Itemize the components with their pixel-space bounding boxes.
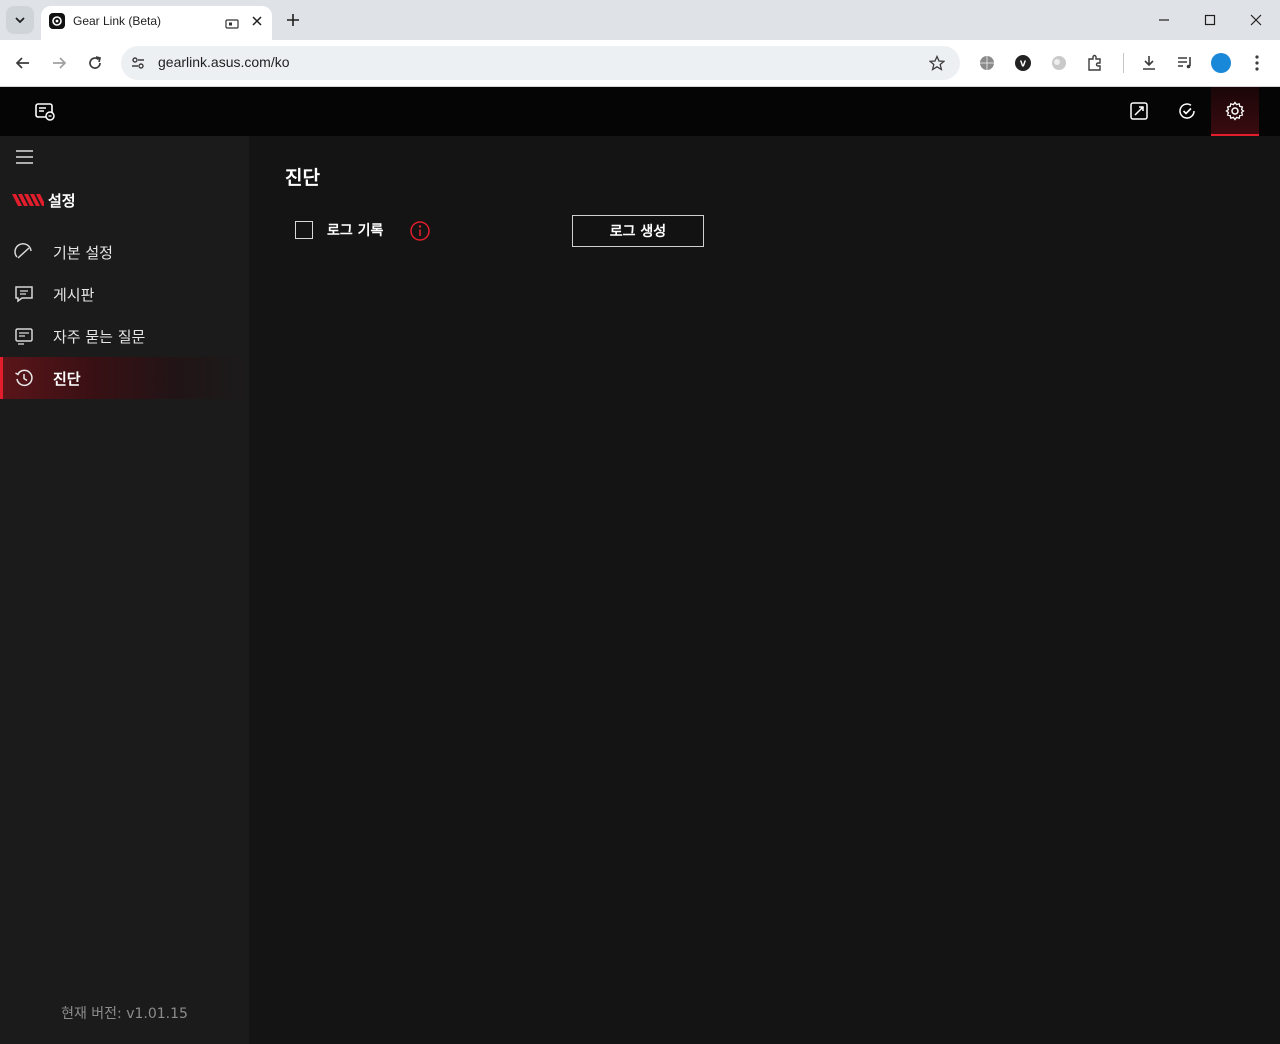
hamburger-menu-icon[interactable]: [15, 149, 35, 165]
reload-icon: [89, 56, 102, 69]
browser-tabstrip: Gear Link (Beta): [0, 0, 1280, 40]
svg-text:V: V: [1020, 60, 1027, 69]
log-recording-checkbox[interactable]: [295, 221, 313, 239]
arrow-left-icon: [15, 57, 29, 69]
cloud-extension-icon[interactable]: [1049, 53, 1069, 73]
close-icon: [1250, 14, 1262, 26]
main-content: 진단 로그 기록 로그 생성: [249, 136, 1280, 1044]
faq-icon: [13, 325, 35, 347]
forward-button[interactable]: [48, 52, 70, 74]
message-board-icon: [13, 283, 35, 305]
sidebar-item-diagnostics[interactable]: 진단: [0, 357, 249, 399]
history-icon: [13, 367, 35, 389]
sidebar-item-faq[interactable]: 자주 묻는 질문: [0, 315, 249, 357]
sidebar-section-title: 설정: [12, 189, 76, 211]
download-icon[interactable]: [1139, 53, 1159, 73]
media-controls-icon[interactable]: [1175, 53, 1195, 73]
sidebar-section-label: 설정: [48, 191, 76, 210]
close-window-button[interactable]: [1246, 10, 1266, 30]
generate-log-button[interactable]: 로그 생성: [572, 215, 704, 247]
minimize-button[interactable]: [1154, 10, 1174, 30]
sidebar-item-label: 기본 설정: [53, 243, 113, 262]
toolbar-separator: [1123, 53, 1124, 73]
maximize-button[interactable]: [1200, 10, 1220, 30]
gear-link-logo-icon: [33, 100, 57, 124]
gear-link-favicon-icon: [49, 13, 65, 29]
page-title: 진단: [285, 167, 320, 189]
rog-stripes-icon: [12, 194, 44, 206]
app-header: [0, 87, 1280, 136]
chevron-down-icon: [15, 17, 25, 24]
address-bar[interactable]: gearlink.asus.com/ko: [121, 46, 960, 80]
profile-avatar[interactable]: [1211, 53, 1231, 73]
back-button[interactable]: [12, 52, 34, 74]
gauge-icon: [13, 241, 35, 263]
site-settings-icon[interactable]: [129, 54, 147, 72]
sidebar-item-label: 진단: [53, 369, 81, 388]
media-icon[interactable]: [225, 15, 239, 34]
more-menu-icon[interactable]: [1247, 53, 1267, 73]
puzzle-extensions-icon[interactable]: [1085, 53, 1105, 73]
sidebar-item-label: 자주 묻는 질문: [53, 327, 146, 346]
reload-button[interactable]: [84, 52, 106, 74]
vpn-extension-icon[interactable]: V: [1013, 53, 1033, 73]
firmware-update-icon[interactable]: [1127, 99, 1151, 123]
settings-tab[interactable]: [1211, 87, 1259, 136]
sidebar-item-label: 게시판: [53, 285, 95, 304]
browser-tab[interactable]: Gear Link (Beta): [41, 6, 272, 40]
new-tab-button[interactable]: [283, 10, 303, 30]
sidebar-item-board[interactable]: 게시판: [0, 273, 249, 315]
tab-title: Gear Link (Beta): [73, 14, 162, 28]
gear-icon: [1225, 100, 1245, 121]
log-recording-label: 로그 기록: [327, 223, 384, 239]
url-text: gearlink.asus.com/ko: [158, 54, 290, 70]
minimize-icon: [1159, 19, 1169, 21]
bookmark-star-icon[interactable]: [928, 54, 946, 72]
plus-icon: [287, 14, 299, 26]
maximize-icon: [1204, 14, 1216, 26]
arrow-right-icon: [53, 57, 67, 69]
sidebar-item-basic-settings[interactable]: 기본 설정: [0, 231, 249, 273]
version-text: 현재 버전: v1.01.15: [61, 1006, 188, 1022]
tab-close-icon[interactable]: [249, 13, 265, 29]
browser-toolbar: gearlink.asus.com/ko V: [0, 40, 1280, 87]
sidebar: 설정 기본 설정 게시판 자주 묻는 질문 진단 현재 버전: v1.01.15: [0, 136, 249, 1044]
info-icon[interactable]: [409, 220, 431, 242]
sync-check-icon[interactable]: [1175, 99, 1199, 123]
globe-extension-icon[interactable]: [977, 53, 997, 73]
tab-search-button[interactable]: [6, 6, 34, 34]
